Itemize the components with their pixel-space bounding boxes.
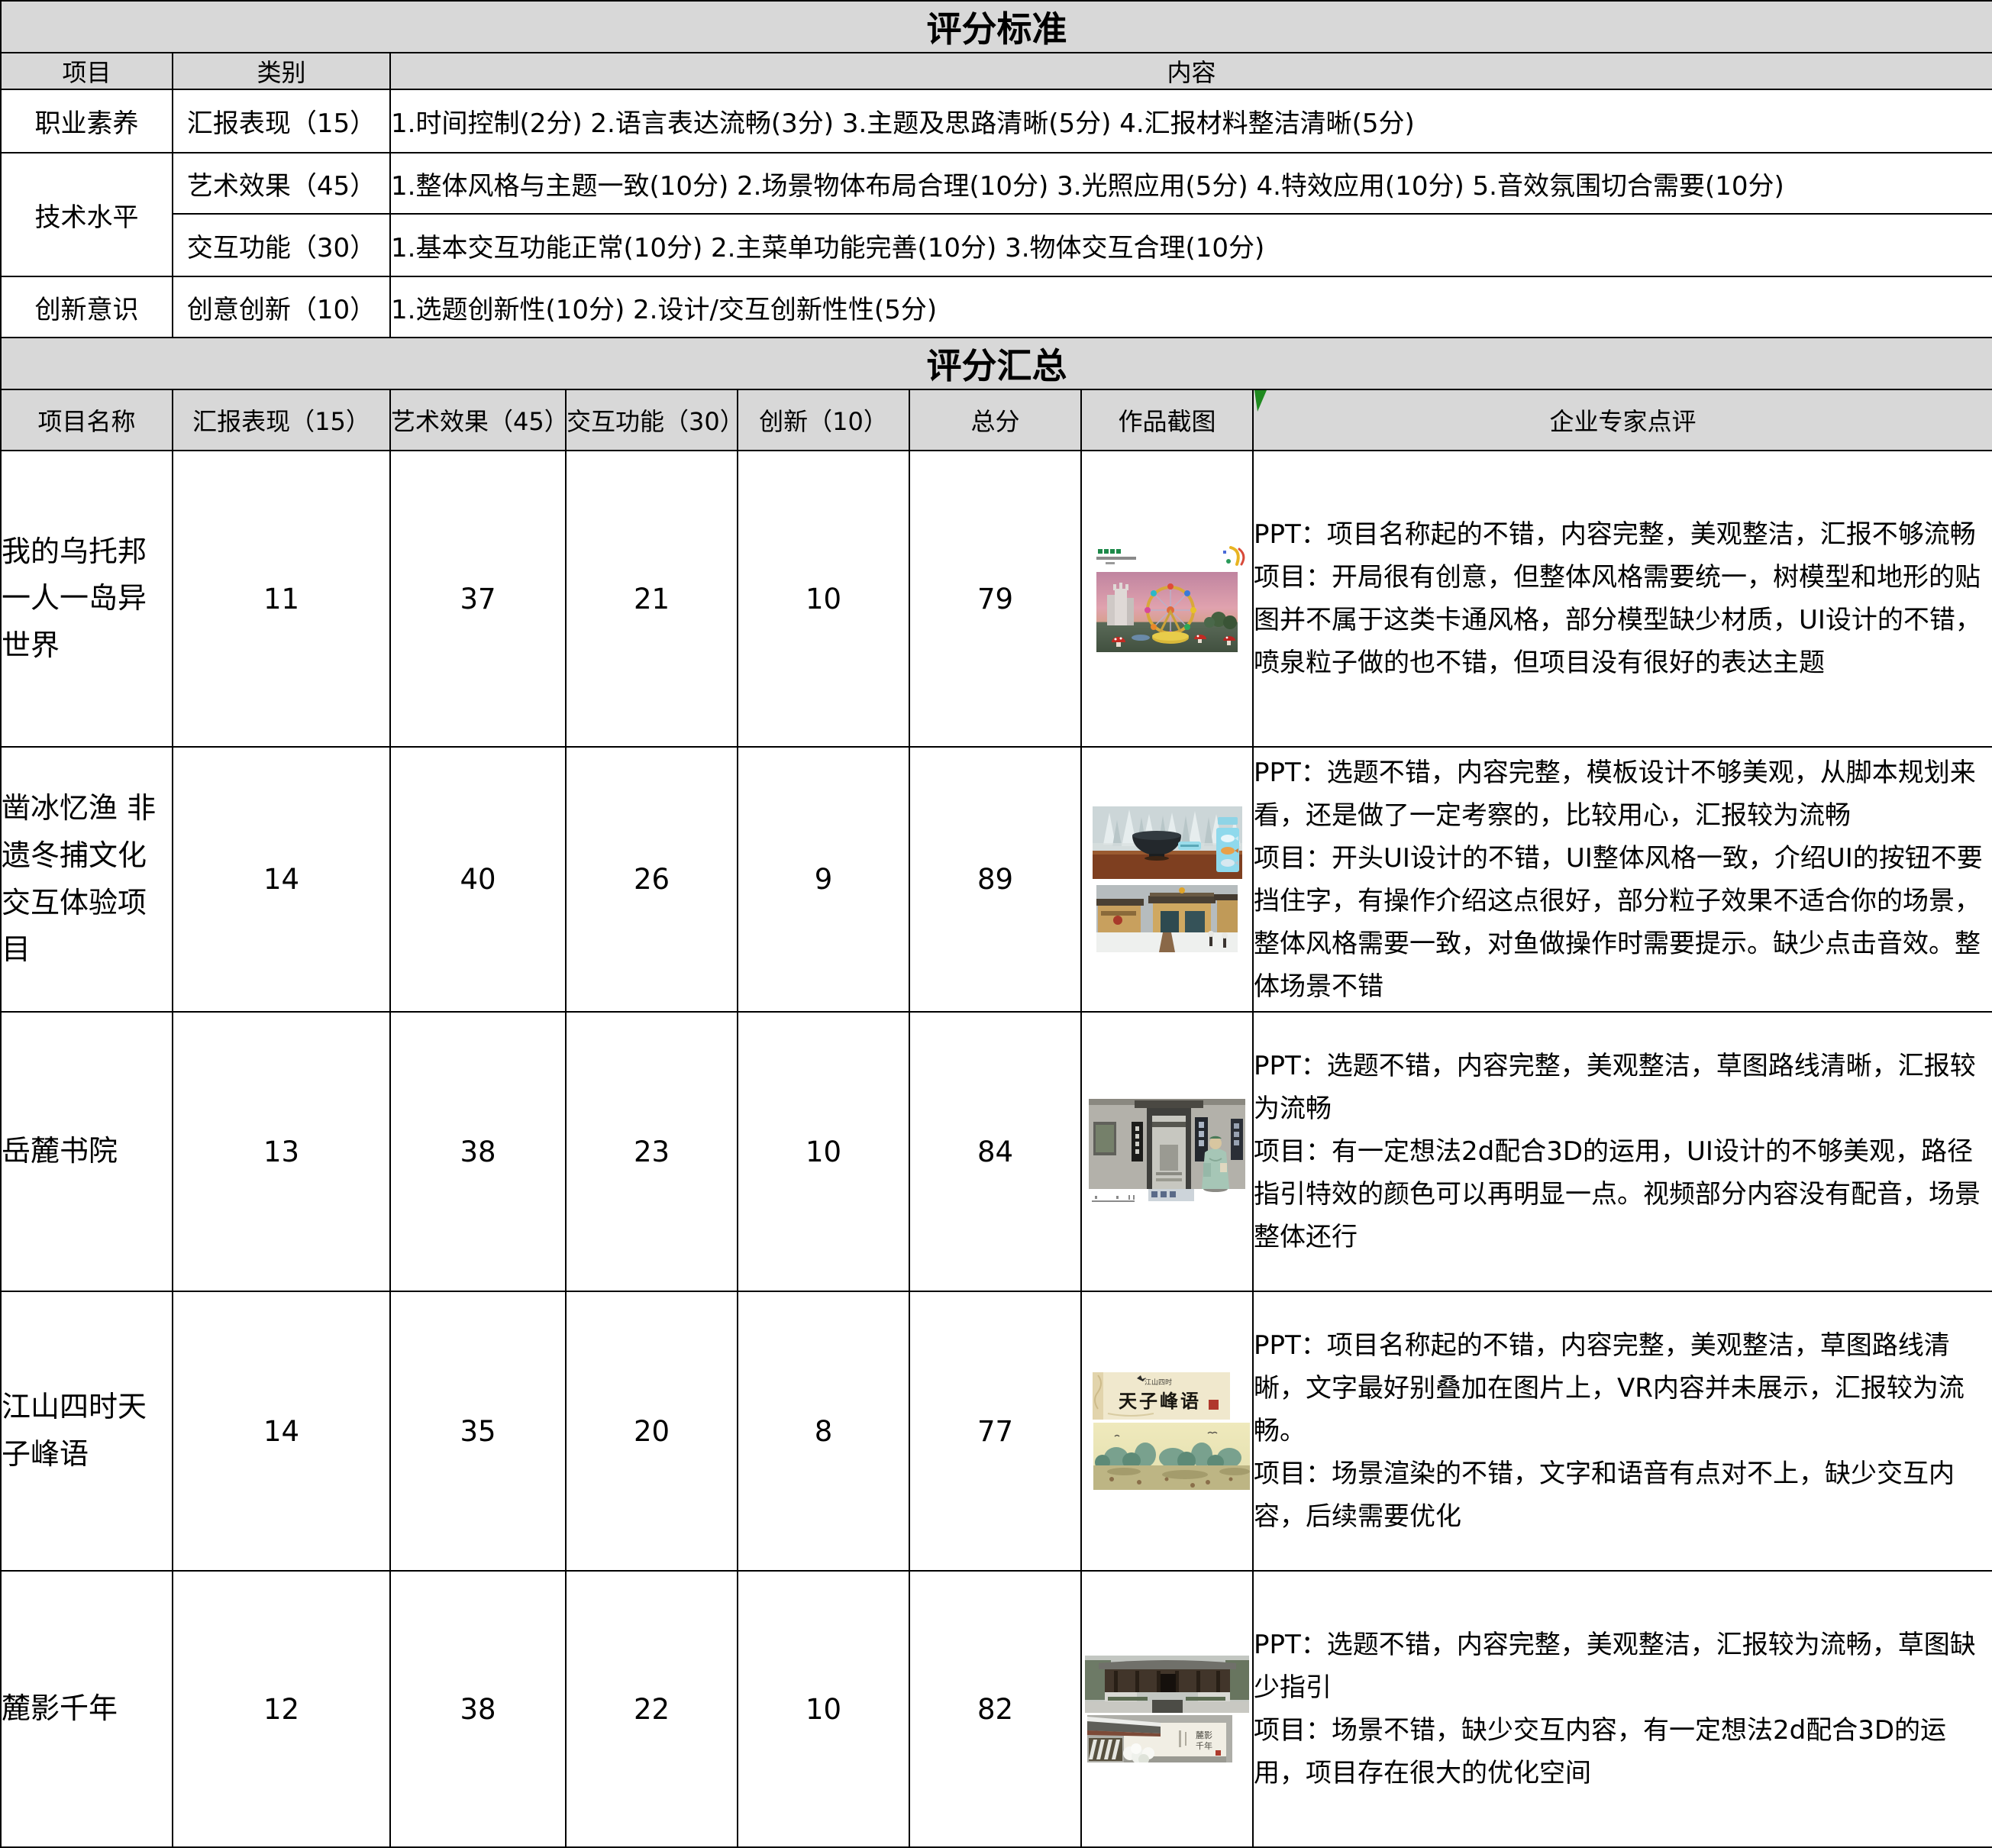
criteria-category-cell[interactable]: 创意创新（10） — [173, 276, 390, 338]
screenshot-cell[interactable] — [1081, 451, 1253, 747]
criteria-project-cell[interactable]: 职业素养 — [1, 89, 173, 153]
interaction-score-cell[interactable]: 20 — [566, 1291, 738, 1571]
screenshot-cell[interactable] — [1081, 1012, 1253, 1291]
criteria-row: 技术水平 艺术效果（45） 1.整体风格与主题一致(10分) 2.场景物体布局合… — [1, 153, 1992, 214]
expert-comment-cell[interactable]: PPT：项目名称起的不错，内容完整，美观整洁，汇报不够流畅 项目：开局很有创意，… — [1253, 451, 1992, 747]
project-name-cell[interactable]: 江山四时天子峰语 — [1, 1291, 173, 1571]
report-score-cell[interactable]: 12 — [173, 1571, 390, 1847]
report-score-cell[interactable]: 11 — [173, 451, 390, 747]
art-score-cell[interactable]: 40 — [390, 747, 566, 1012]
interaction-score-cell[interactable]: 21 — [566, 451, 738, 747]
interaction-score-cell[interactable]: 23 — [566, 1012, 738, 1291]
criteria-project-cell[interactable]: 创新意识 — [1, 276, 173, 338]
criteria-header-category[interactable]: 类别 — [173, 53, 390, 89]
total-score-cell[interactable]: 89 — [909, 747, 1081, 1012]
innovation-score-cell[interactable]: 10 — [738, 1571, 909, 1847]
criteria-content-cell[interactable]: 1.整体风格与主题一致(10分) 2.场景物体布局合理(10分) 3.光照应用(… — [390, 153, 1992, 214]
total-score-cell[interactable]: 79 — [909, 451, 1081, 747]
project-name-cell[interactable]: 岳麓书院 — [1, 1012, 173, 1291]
summary-header-name[interactable]: 项目名称 — [1, 389, 173, 451]
screenshot-landscape-painting — [1093, 1423, 1250, 1490]
report-score-cell[interactable]: 13 — [173, 1012, 390, 1291]
criteria-header-project[interactable]: 项目 — [1, 53, 173, 89]
screenshot-utopia-park — [1082, 538, 1252, 659]
criteria-header-content[interactable]: 内容 — [390, 53, 1992, 89]
table-row: 江山四时天子峰语 14 35 20 8 77 江山四时 天子峰语 — [1, 1291, 1992, 1571]
innovation-score-cell[interactable]: 10 — [738, 1012, 909, 1291]
summary-header-innovation[interactable]: 创新（10） — [738, 389, 909, 451]
innovation-score-cell[interactable]: 9 — [738, 747, 909, 1012]
comment-flag-icon — [1254, 390, 1267, 412]
total-score-cell[interactable]: 84 — [909, 1012, 1081, 1291]
screenshot-winter-courtyard — [1096, 885, 1238, 952]
screenshot-tianzi-title-card: 江山四时 天子峰语 — [1093, 1372, 1230, 1420]
wall-text-line2: 千年 — [1196, 1740, 1212, 1751]
table-row: 我的乌托邦一人一岛异世界 11 37 21 10 79 — [1, 451, 1992, 747]
art-score-cell[interactable]: 37 — [390, 451, 566, 747]
criteria-category-cell[interactable]: 艺术效果（45） — [173, 153, 390, 214]
screenshot-ice-fishing-pot — [1093, 806, 1242, 879]
total-score-cell[interactable]: 82 — [909, 1571, 1081, 1847]
criteria-row: 创新意识 创意创新（10） 1.选题创新性(10分) 2.设计/交互创新性性(5… — [1, 276, 1992, 338]
table-row: 凿冰忆渔 非遗冬捕文化交互体验项目 14 40 26 9 89 — [1, 747, 1992, 1012]
interaction-score-cell[interactable]: 26 — [566, 747, 738, 1012]
summary-header-total[interactable]: 总分 — [909, 389, 1081, 451]
expert-comment-cell[interactable]: PPT：选题不错，内容完整，美观整洁，汇报较为流畅，草图缺少指引 项目：场景不错… — [1253, 1571, 1992, 1847]
screenshot-cell[interactable]: 麓影 千年 — [1081, 1571, 1253, 1847]
expert-comment-cell[interactable]: PPT：选题不错，内容完整，模板设计不够美观，从脚本规划来看，还是做了一定考察的… — [1253, 747, 1992, 1012]
summary-header-art[interactable]: 艺术效果（45） — [390, 389, 566, 451]
criteria-row: 职业素养 汇报表现（15） 1.时间控制(2分) 2.语言表达流畅(3分) 3.… — [1, 89, 1992, 153]
table-row: 麓影千年 12 38 22 10 82 — [1, 1571, 1992, 1847]
innovation-score-cell[interactable]: 8 — [738, 1291, 909, 1571]
table-row: 岳麓书院 13 38 23 10 84 — [1, 1012, 1992, 1291]
screenshot-luying-wall: 麓影 千年 — [1087, 1715, 1232, 1762]
criteria-row: 交互功能（30） 1.基本交互功能正常(10分) 2.主菜单功能完善(10分) … — [1, 214, 1992, 276]
summary-header-comment-label: 企业专家点评 — [1549, 407, 1696, 436]
criteria-content-cell[interactable]: 1.选题创新性(10分) 2.设计/交互创新性性(5分) — [390, 276, 1992, 338]
art-score-cell[interactable]: 38 — [390, 1012, 566, 1291]
score-sheet-table: 评分标准 项目 类别 内容 职业素养 汇报表现（15） 1.时间控制(2分) 2… — [0, 0, 1992, 1848]
innovation-score-cell[interactable]: 10 — [738, 451, 909, 747]
screenshot-academy-gate — [1082, 1099, 1252, 1204]
screenshot-cell[interactable] — [1081, 747, 1253, 1012]
screenshot-cell[interactable]: 江山四时 天子峰语 — [1081, 1291, 1253, 1571]
total-score-cell[interactable]: 77 — [909, 1291, 1081, 1571]
art-score-cell[interactable]: 38 — [390, 1571, 566, 1847]
summary-header-interaction[interactable]: 交互功能（30） — [566, 389, 738, 451]
criteria-category-cell[interactable]: 交互功能（30） — [173, 214, 390, 276]
criteria-section-title: 评分标准 — [1, 1, 1992, 53]
summary-header-report[interactable]: 汇报表现（15） — [173, 389, 390, 451]
title-card-subtitle: 江山四时 — [1145, 1378, 1172, 1387]
report-score-cell[interactable]: 14 — [173, 747, 390, 1012]
criteria-content-cell[interactable]: 1.基本交互功能正常(10分) 2.主菜单功能完善(10分) 3.物体交互合理(… — [390, 214, 1992, 276]
criteria-project-cell[interactable]: 技术水平 — [1, 153, 173, 276]
project-name-cell[interactable]: 凿冰忆渔 非遗冬捕文化交互体验项目 — [1, 747, 173, 1012]
art-score-cell[interactable]: 35 — [390, 1291, 566, 1571]
criteria-content-cell[interactable]: 1.时间控制(2分) 2.语言表达流畅(3分) 3.主题及思路清晰(5分) 4.… — [390, 89, 1992, 153]
wall-text-line1: 麓影 — [1196, 1730, 1212, 1740]
summary-header-screenshot[interactable]: 作品截图 — [1081, 389, 1253, 451]
criteria-category-cell[interactable]: 汇报表现（15） — [173, 89, 390, 153]
project-name-cell[interactable]: 麓影千年 — [1, 1571, 173, 1847]
expert-comment-cell[interactable]: PPT：项目名称起的不错，内容完整，美观整洁，草图路线清晰，文字最好别叠加在图片… — [1253, 1291, 1992, 1571]
interaction-score-cell[interactable]: 22 — [566, 1571, 738, 1847]
expert-comment-cell[interactable]: PPT：选题不错，内容完整，美观整洁，草图路线清晰，汇报较为流畅 项目：有一定想… — [1253, 1012, 1992, 1291]
summary-section-title: 评分汇总 — [1, 338, 1992, 389]
summary-header-comment[interactable]: 企业专家点评 — [1253, 389, 1992, 451]
report-score-cell[interactable]: 14 — [173, 1291, 390, 1571]
title-card-calligraphy: 天子峰语 — [1119, 1391, 1201, 1412]
screenshot-academy-building — [1085, 1656, 1249, 1713]
project-name-cell[interactable]: 我的乌托邦一人一岛异世界 — [1, 451, 173, 747]
